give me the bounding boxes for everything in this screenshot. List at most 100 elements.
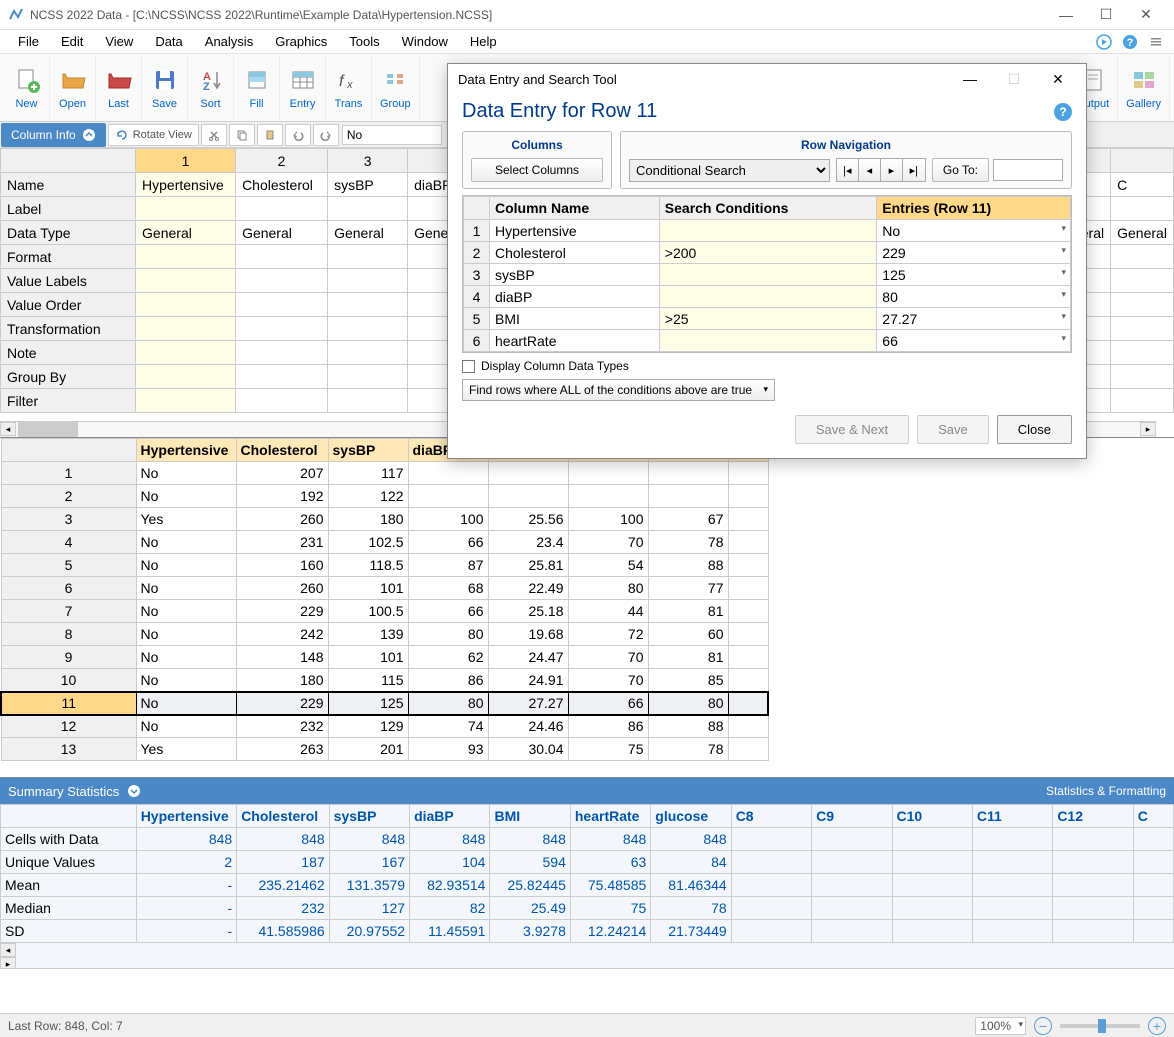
save-button[interactable]: Save [142,56,188,120]
menu-window[interactable]: Window [392,32,458,51]
nav-mode-select[interactable]: Conditional Search [629,159,830,182]
trans-button[interactable]: fxTrans [326,56,372,120]
sort-button[interactable]: AZSort [188,56,234,120]
nav-next-button[interactable]: ▸ [881,159,903,181]
summary-col-diaBP[interactable]: diaBP [410,805,490,828]
paste-button[interactable] [257,124,283,146]
close-button-modal[interactable]: Close [997,415,1072,444]
data-col-Hypertensive[interactable]: Hypertensive [136,439,236,462]
column-info-toggle[interactable]: Column Info [1,123,106,147]
table-row[interactable]: 8No2421398019.687260 [1,623,768,646]
table-row[interactable]: 5No160118.58725.815488 [1,554,768,577]
modal-table[interactable]: Column Name Search Conditions Entries (R… [462,195,1072,353]
col-header-2[interactable]: 2 [236,149,328,173]
summary-col-C[interactable]: C [1133,805,1173,828]
help-icon[interactable]: ? [1120,32,1140,52]
condition-mode-select[interactable]: Find rows where ALL of the conditions ab… [462,379,775,401]
zoom-slider[interactable] [1060,1024,1140,1028]
statistics-formatting-link[interactable]: Statistics & Formatting [1046,784,1166,798]
modal-maximize-button[interactable]: ☐ [996,67,1032,91]
modal-help-icon[interactable]: ? [1054,103,1072,121]
menu-help[interactable]: Help [460,32,507,51]
menu-view[interactable]: View [95,32,143,51]
th-search-cond[interactable]: Search Conditions [659,197,877,220]
table-row[interactable]: 7No229100.56625.184481 [1,600,768,623]
goto-button[interactable]: Go To: [932,158,989,182]
table-row[interactable]: 11No2291258027.276680 [1,692,768,715]
select-columns-button[interactable]: Select Columns [471,158,603,182]
close-window-button[interactable]: ✕ [1126,1,1166,29]
redo-button[interactable] [313,124,339,146]
summary-col-heartRate[interactable]: heartRate [570,805,650,828]
summary-col-C10[interactable]: C10 [892,805,972,828]
menu-analysis[interactable]: Analysis [195,32,263,51]
modal-row[interactable]: 4diaBP80 [464,286,1071,308]
zoom-select[interactable]: 100% [975,1017,1026,1035]
summary-grid[interactable]: HypertensiveCholesterolsysBPdiaBPBMIhear… [0,804,1174,969]
nav-last-button[interactable]: ▸| [903,159,925,181]
entry-button[interactable]: Entry [280,56,326,120]
data-grid[interactable]: HypertensiveCholesterolsysBPdiaBPBMIhear… [0,438,1174,778]
summary-col-C9[interactable]: C9 [812,805,892,828]
open-button[interactable]: Open [50,56,96,120]
modal-row[interactable]: 1HypertensiveNo [464,220,1071,242]
th-entries[interactable]: Entries (Row 11) [877,197,1071,220]
summary-col-C12[interactable]: C12 [1053,805,1133,828]
collapse-icon[interactable] [127,784,141,798]
zoom-out-button[interactable]: − [1034,1017,1052,1035]
table-row[interactable]: 9No1481016224.477081 [1,646,768,669]
summary-col-C11[interactable]: C11 [972,805,1052,828]
modal-row[interactable]: 5BMI>2527.27 [464,308,1071,330]
table-row[interactable]: 2No192122 [1,485,768,508]
last-button[interactable]: Last [96,56,142,120]
cut-button[interactable] [201,124,227,146]
rotate-view-button[interactable]: Rotate View [108,124,199,146]
fill-button[interactable]: Fill [234,56,280,120]
table-row[interactable]: 3Yes26018010025.5610067 [1,508,768,531]
copy-button[interactable] [229,124,255,146]
menu-tools[interactable]: Tools [339,32,389,51]
menu-graphics[interactable]: Graphics [265,32,337,51]
table-row[interactable]: 6No2601016822.498077 [1,577,768,600]
table-row[interactable]: 13Yes2632019330.047578 [1,738,768,761]
menu-dropdown-icon[interactable] [1146,32,1166,52]
maximize-button[interactable]: ☐ [1086,1,1126,29]
summary-col-glucose[interactable]: glucose [651,805,731,828]
col-header-13[interactable] [1111,149,1174,173]
modal-row[interactable]: 6heartRate66 [464,330,1071,352]
save-next-button[interactable]: Save & Next [795,415,909,444]
new-button[interactable]: New [4,56,50,120]
goto-input[interactable] [993,159,1063,181]
th-column-name[interactable]: Column Name [490,197,660,220]
data-col-sysBP[interactable]: sysBP [328,439,408,462]
minimize-button[interactable]: — [1046,1,1086,29]
menu-file[interactable]: File [8,32,49,51]
save-button-modal[interactable]: Save [917,415,989,444]
table-row[interactable]: 12No2321297424.468688 [1,715,768,738]
modal-minimize-button[interactable]: — [952,67,988,91]
menu-edit[interactable]: Edit [51,32,93,51]
cell-entry-input[interactable] [342,125,442,145]
display-types-checkbox[interactable]: Display Column Data Types [462,359,1072,373]
summary-col-BMI[interactable]: BMI [490,805,570,828]
summary-col-Hypertensive[interactable]: Hypertensive [136,805,237,828]
table-row[interactable]: 10No1801158624.917085 [1,669,768,692]
table-row[interactable]: 1No207117 [1,462,768,485]
summary-col-sysBP[interactable]: sysBP [329,805,409,828]
col-header-1[interactable]: 1 [136,149,236,173]
nav-first-button[interactable]: |◂ [837,159,859,181]
zoom-in-button[interactable]: + [1148,1017,1166,1035]
summary-col-C8[interactable]: C8 [731,805,811,828]
col-header-3[interactable]: 3 [328,149,408,173]
data-col-Cholesterol[interactable]: Cholesterol [236,439,328,462]
modal-row[interactable]: 2Cholesterol>200229 [464,242,1071,264]
modal-close-button[interactable]: ✕ [1040,67,1076,91]
summary-hscroll[interactable]: ◂▸ [0,943,1174,969]
modal-row[interactable]: 3sysBP125 [464,264,1071,286]
table-row[interactable]: 4No231102.56623.47078 [1,531,768,554]
gallery-button[interactable]: Gallery [1118,56,1170,120]
nav-prev-button[interactable]: ◂ [859,159,881,181]
play-icon[interactable] [1094,32,1114,52]
menu-data[interactable]: Data [145,32,192,51]
undo-button[interactable] [285,124,311,146]
